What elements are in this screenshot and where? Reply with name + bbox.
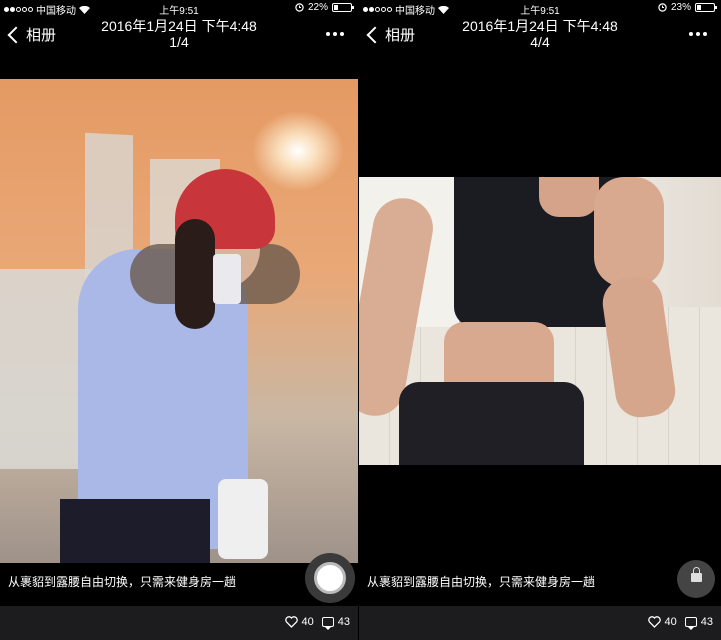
heart-icon[interactable] xyxy=(284,616,298,628)
capture-button[interactable] xyxy=(305,553,355,603)
comment-count: 43 xyxy=(337,616,350,628)
page-title: 2016年1月24日 下午4:48 1/4 xyxy=(0,18,358,50)
comment-count: 43 xyxy=(700,616,713,628)
battery-icon xyxy=(332,3,354,12)
photo-caption: 从裹貂到露腰自由切换，只需来健身房一趟 xyxy=(367,575,596,589)
title-index: 4/4 xyxy=(530,34,550,50)
capture-icon xyxy=(314,562,346,594)
bottom-bar: 40 43 xyxy=(0,606,358,640)
battery-icon xyxy=(695,3,717,12)
nav-bar: 相册 2016年1月24日 下午4:48 1/4 xyxy=(0,16,358,54)
like-count: 40 xyxy=(301,616,314,628)
heart-icon[interactable] xyxy=(647,616,661,628)
nav-bar: 相册 2016年1月24日 下午4:48 4/4 xyxy=(359,16,721,54)
comment-icon[interactable] xyxy=(684,617,697,630)
more-icon[interactable] xyxy=(326,32,344,36)
bottom-bar: 40 43 xyxy=(359,606,721,640)
photo-image[interactable] xyxy=(0,79,358,563)
title-date: 2016年1月24日 下午4:48 xyxy=(462,18,618,34)
status-bar: 中国移动 上午9:51 23% xyxy=(359,0,721,17)
status-bar: 中国移动 上午9:51 22% xyxy=(0,0,358,17)
battery-percent: 22% xyxy=(307,2,328,13)
photo-viewer-right: 中国移动 上午9:51 23% 相册 2016年1月24日 下午4:48 4/4 xyxy=(359,0,721,640)
photo-viewer-left: 中国移动 上午9:51 22% 相册 2016年1月24日 下午4:48 1/4 xyxy=(0,0,358,640)
alarm-icon xyxy=(295,3,304,12)
title-date: 2016年1月24日 下午4:48 xyxy=(101,18,257,34)
comment-icon[interactable] xyxy=(321,617,334,630)
lock-button[interactable] xyxy=(677,560,715,598)
more-icon[interactable] xyxy=(689,32,707,36)
like-count: 40 xyxy=(664,616,677,628)
page-title: 2016年1月24日 下午4:48 4/4 xyxy=(359,18,721,50)
alarm-icon xyxy=(658,3,667,12)
photo-image[interactable] xyxy=(359,177,721,465)
battery-percent: 23% xyxy=(670,2,691,13)
photo-caption: 从裹貂到露腰自由切换，只需来健身房一趟 xyxy=(8,575,237,589)
lock-icon xyxy=(691,567,702,582)
title-index: 1/4 xyxy=(169,34,189,50)
